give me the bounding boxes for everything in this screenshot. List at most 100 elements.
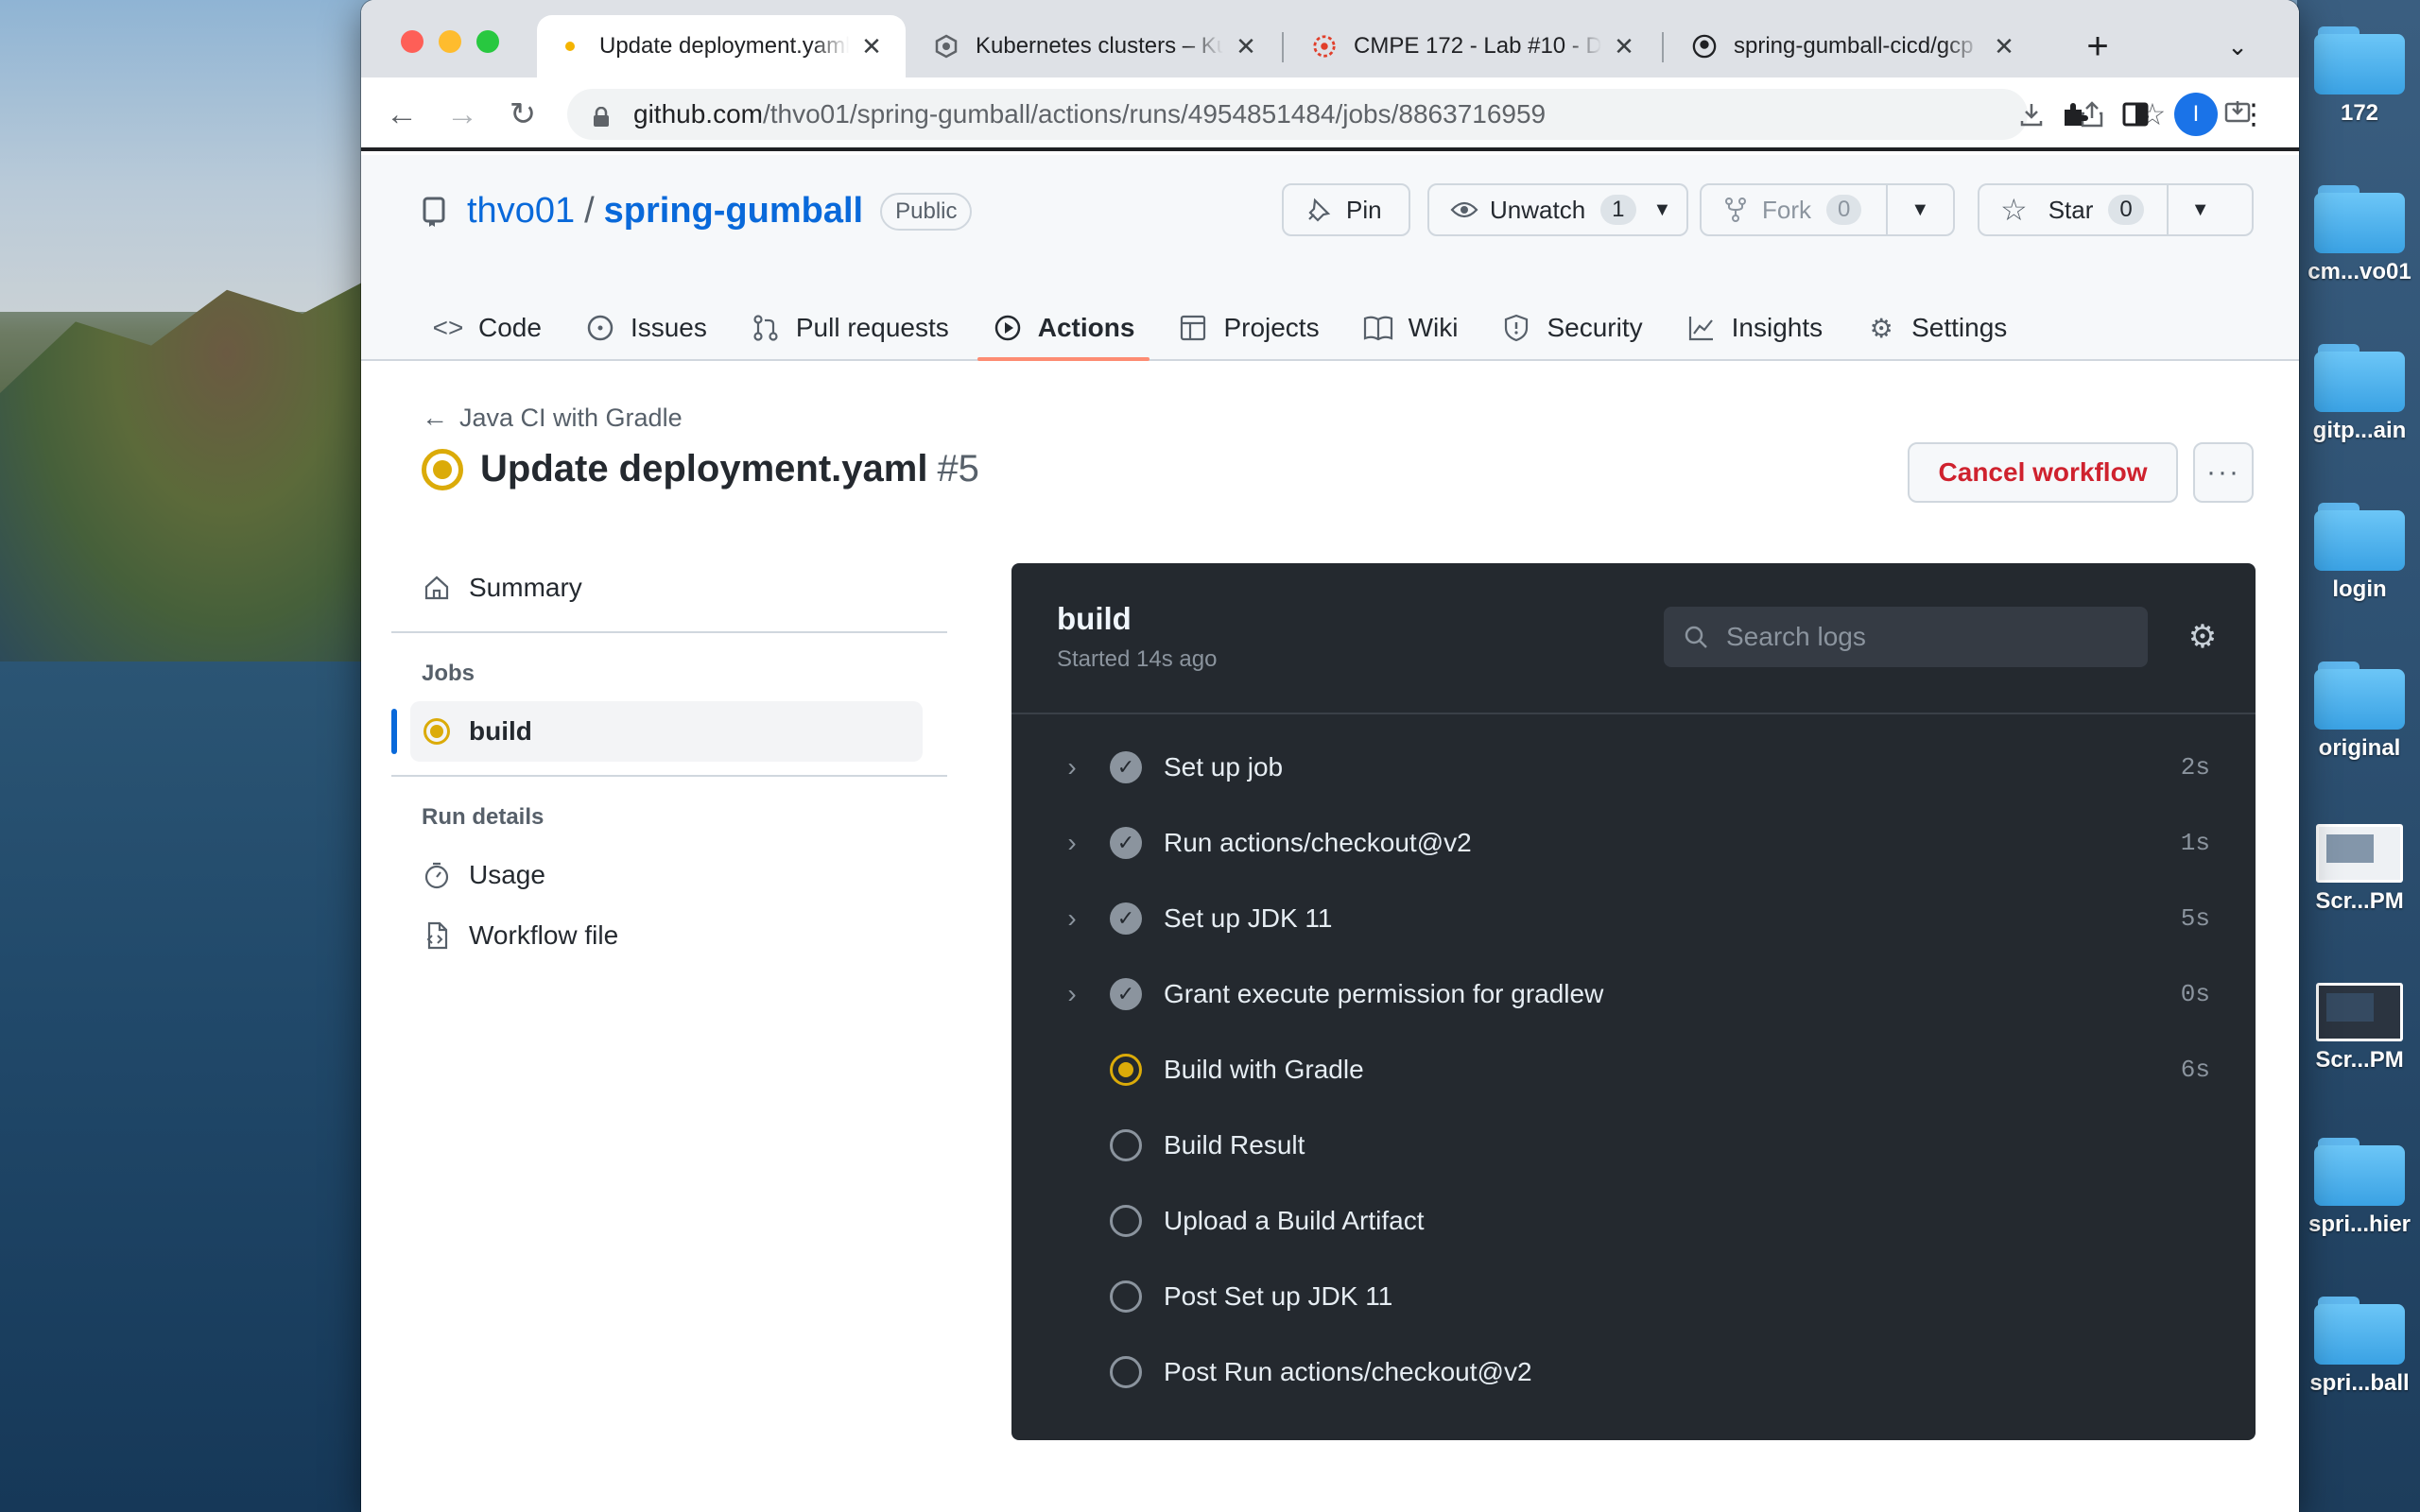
repo-owner-link[interactable]: thvo01: [467, 191, 575, 232]
arrow-left-icon: ←: [422, 403, 448, 432]
gear-icon[interactable]: ⚙: [2184, 618, 2221, 656]
new-tab-plus-icon[interactable]: +: [2074, 23, 2121, 70]
play-circle-icon: [993, 313, 1023, 343]
caret-down-icon[interactable]: ▼: [1886, 185, 1929, 234]
repo-name-link[interactable]: spring-gumball: [604, 191, 863, 232]
step-row[interactable]: › ✓ Set up job 2s: [1011, 730, 2256, 805]
tab-projects[interactable]: Projects: [1163, 295, 1334, 361]
visibility-badge: Public: [880, 192, 973, 231]
queued-circle-icon: [1110, 1129, 1142, 1161]
desktop-item-label: spri...hier: [2308, 1211, 2411, 1237]
desktop-item-label: original: [2318, 735, 2401, 761]
desktop-item[interactable]: original: [2303, 662, 2416, 762]
desktop-item[interactable]: 172: [2303, 26, 2416, 127]
pin-label: Pin: [1346, 195, 1382, 224]
folder-icon: [2314, 344, 2405, 412]
forward-arrow-icon[interactable]: →: [439, 91, 486, 138]
side-panel-icon[interactable]: [2112, 91, 2159, 138]
cancel-workflow-button[interactable]: Cancel workflow: [1908, 442, 2178, 503]
step-duration: 2s: [2180, 753, 2210, 782]
step-row[interactable]: › ✓ Set up JDK 11 5s: [1011, 881, 2256, 956]
tab-search-chevron-icon[interactable]: ⌄: [2214, 23, 2261, 70]
download-icon[interactable]: [2008, 91, 2055, 138]
chevron-right-icon: ›: [1067, 828, 1077, 857]
step-row[interactable]: Upload a Build Artifact: [1011, 1183, 2256, 1259]
gear-icon: ⚙: [1869, 313, 1893, 343]
search-logs-input[interactable]: Search logs: [1664, 607, 2148, 667]
desktop-item[interactable]: gitp...ain: [2303, 344, 2416, 444]
stopwatch-icon: [422, 860, 452, 890]
sidebar-item-summary[interactable]: Summary: [391, 558, 947, 618]
close-tab-icon[interactable]: ✕: [858, 32, 885, 61]
watch-count: 1: [1600, 195, 1636, 225]
caret-down-icon[interactable]: ▼: [2166, 185, 2210, 234]
desktop-item[interactable]: cm...vo01: [2303, 185, 2416, 285]
kebab-menu-icon[interactable]: ···: [2193, 442, 2254, 503]
back-arrow-icon[interactable]: ←: [378, 91, 425, 138]
sidebar-item-build[interactable]: build: [391, 701, 923, 762]
step-row[interactable]: Build with Gradle 6s: [1011, 1032, 2256, 1108]
home-icon: [422, 573, 452, 603]
step-name: Grant execute permission for gradlew: [1164, 979, 1604, 1008]
minimize-window-button[interactable]: [439, 30, 461, 53]
watch-label: Unwatch: [1490, 195, 1586, 224]
step-row[interactable]: › ✓ Run actions/checkout@v2 1s: [1011, 805, 2256, 881]
repo-title: thvo01 / spring-gumball Public: [422, 191, 973, 232]
tab-issues[interactable]: Issues: [570, 295, 722, 361]
desktop-item[interactable]: spri...ball: [2303, 1297, 2416, 1397]
tab-actions[interactable]: Actions: [977, 295, 1150, 361]
step-name: Set up JDK 11: [1164, 903, 1333, 933]
tab-pull-requests[interactable]: Pull requests: [735, 295, 964, 361]
close-tab-icon[interactable]: ✕: [1991, 32, 2017, 61]
desktop-item[interactable]: spri...hier: [2303, 1138, 2416, 1238]
step-row[interactable]: Post Set up JDK 11: [1011, 1259, 2256, 1334]
desktop-item-label: gitp...ain: [2312, 418, 2407, 443]
close-tab-icon[interactable]: ✕: [1611, 32, 1637, 61]
tab-insights[interactable]: Insights: [1671, 295, 1839, 361]
pin-button[interactable]: Pin: [1282, 183, 1410, 236]
tab-code[interactable]: <> Code: [418, 295, 557, 361]
tab-label: Actions: [1037, 313, 1135, 342]
zoom-window-button[interactable]: [476, 30, 499, 53]
avatar[interactable]: I: [2174, 93, 2218, 136]
tab-wiki[interactable]: Wiki: [1348, 295, 1474, 361]
desktop-item[interactable]: Scr...PM: [2303, 979, 2416, 1074]
fork-button[interactable]: Fork 0 ▼: [1700, 183, 1955, 236]
browser-tab-active[interactable]: Update deployment.yaml · thvo01/spring-g…: [537, 15, 906, 77]
folder-icon: [2314, 503, 2405, 571]
desktop-item[interactable]: Scr...PM: [2303, 820, 2416, 915]
browser-tab[interactable]: CMPE 172 - Lab #10 - Docker ✕: [1291, 15, 1658, 77]
desktop-mountains: [0, 274, 378, 671]
reload-icon[interactable]: ↻: [499, 91, 546, 138]
sidebar-item-workflow-file[interactable]: Workflow file: [391, 905, 947, 966]
sidebar-item-usage[interactable]: Usage: [391, 845, 947, 905]
step-row[interactable]: Post Run actions/checkout@v2: [1011, 1334, 2256, 1410]
loading-dot-icon: [558, 34, 582, 59]
step-row[interactable]: Build Result: [1011, 1108, 2256, 1183]
close-tab-icon[interactable]: ✕: [1233, 32, 1259, 61]
tab-security[interactable]: Security: [1486, 295, 1657, 361]
watch-button[interactable]: Unwatch 1 ▼: [1427, 183, 1688, 236]
desktop-item-label: Scr...PM: [2315, 1047, 2404, 1073]
extensions-puzzle-icon[interactable]: [2051, 91, 2099, 138]
caret-down-icon[interactable]: ▼: [1653, 199, 1672, 221]
browser-tab[interactable]: Kubernetes clusters – Kubernetes Engine …: [913, 15, 1280, 77]
tab-label: Insights: [1731, 313, 1824, 342]
divider: [391, 775, 947, 777]
star-label: Star: [2048, 195, 2094, 224]
desktop-item[interactable]: login: [2303, 503, 2416, 603]
tab-label: Code: [478, 313, 542, 342]
tab-title: CMPE 172 - Lab #10 - Docker: [1354, 33, 1601, 59]
tab-settings[interactable]: ⚙ Settings: [1851, 295, 2022, 361]
close-window-button[interactable]: [401, 30, 424, 53]
repo-icon: [422, 196, 446, 228]
tab-label: Pull requests: [795, 313, 949, 342]
shield-icon: [1501, 313, 1531, 343]
address-bar[interactable]: github.com/thvo01/spring-gumball/actions…: [567, 89, 2028, 140]
browser-tab[interactable]: spring-gumball-cicd/gcp ✕: [1671, 15, 2038, 77]
step-row[interactable]: › ✓ Grant execute permission for gradlew…: [1011, 956, 2256, 1032]
step-name: Post Run actions/checkout@v2: [1164, 1357, 1532, 1386]
browser-menu-kebab-icon[interactable]: ⋮: [2235, 91, 2273, 138]
star-button[interactable]: ☆ Star 0 ▼: [1978, 183, 2254, 236]
back-to-workflow-link[interactable]: ← Java CI with Gradle: [422, 403, 683, 433]
